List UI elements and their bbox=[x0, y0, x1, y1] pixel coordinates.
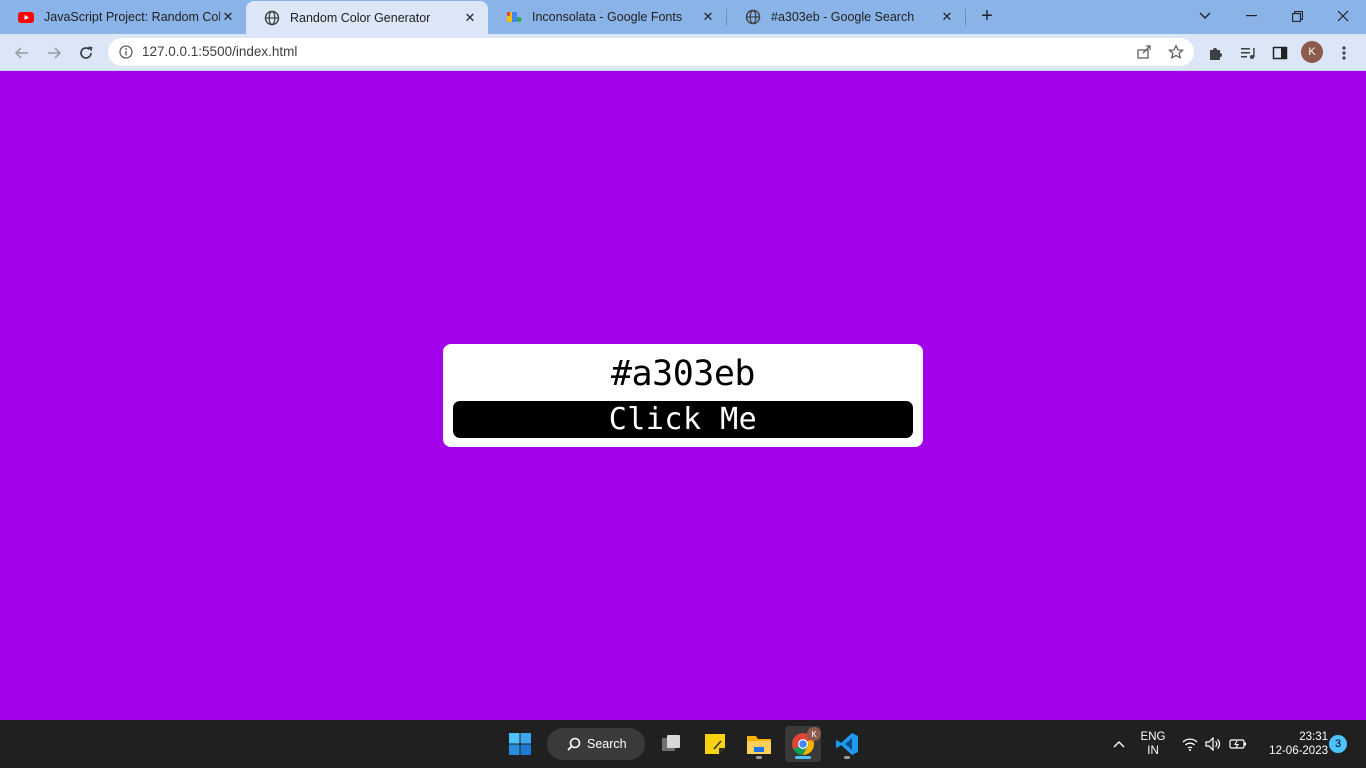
media-controls-button[interactable] bbox=[1235, 40, 1261, 66]
click-me-button[interactable]: Click Me bbox=[453, 401, 913, 438]
minimize-icon bbox=[1245, 15, 1257, 17]
color-code-text: #a303eb bbox=[610, 354, 756, 394]
show-hidden-icons-button[interactable] bbox=[1110, 736, 1128, 752]
tab-google-search[interactable]: #a303eb - Google Search ✕ bbox=[727, 0, 965, 34]
chevron-up-icon bbox=[1113, 741, 1125, 748]
puzzle-icon bbox=[1210, 48, 1222, 60]
close-icon[interactable]: ✕ bbox=[462, 10, 478, 26]
color-card: #a303eb Click Me bbox=[443, 344, 923, 447]
vscode-app[interactable] bbox=[829, 726, 865, 762]
tab-separator bbox=[965, 9, 966, 26]
profile-avatar[interactable]: K bbox=[1301, 41, 1323, 63]
running-indicator bbox=[756, 756, 762, 759]
volume-icon[interactable] bbox=[1204, 736, 1222, 752]
arrow-left-icon bbox=[14, 47, 28, 59]
tab-title: #a303eb - Google Search bbox=[771, 10, 915, 24]
running-indicator bbox=[844, 756, 850, 759]
language-indicator[interactable]: ENG IN bbox=[1138, 730, 1168, 758]
tab-google-fonts[interactable]: Inconsolata - Google Fonts ✕ bbox=[488, 0, 726, 34]
reload-icon bbox=[80, 46, 93, 59]
minimize-button[interactable] bbox=[1228, 0, 1274, 32]
extensions-button[interactable] bbox=[1203, 40, 1229, 66]
close-icon[interactable]: ✕ bbox=[220, 9, 236, 25]
chrome-profile-badge: K bbox=[807, 727, 821, 741]
side-panel-icon bbox=[1272, 46, 1288, 60]
task-view-icon bbox=[662, 735, 680, 751]
taskbar-search[interactable]: Search bbox=[547, 728, 645, 760]
share-icon[interactable] bbox=[1135, 43, 1153, 61]
search-icon bbox=[567, 737, 581, 751]
address-bar[interactable]: 127.0.0.1:5500/index.html bbox=[108, 38, 1194, 66]
restore-button[interactable] bbox=[1274, 0, 1320, 32]
close-window-button[interactable] bbox=[1320, 0, 1366, 32]
running-indicator bbox=[795, 756, 811, 759]
more-vertical-icon bbox=[1342, 46, 1346, 60]
vscode-icon bbox=[836, 733, 858, 755]
tab-title: Random Color Generator bbox=[290, 10, 431, 25]
globe-icon bbox=[745, 9, 761, 25]
clock-time: 23:31 bbox=[1299, 731, 1328, 743]
chrome-app[interactable]: K bbox=[785, 726, 821, 762]
globe-icon bbox=[264, 10, 280, 25]
back-button[interactable] bbox=[9, 40, 35, 66]
google-fonts-icon bbox=[507, 12, 522, 22]
windows-logo-icon bbox=[509, 733, 531, 755]
sticky-notes-icon bbox=[705, 734, 725, 754]
url-text[interactable]: 127.0.0.1:5500/index.html bbox=[142, 44, 297, 59]
info-icon[interactable] bbox=[117, 43, 135, 61]
clock-date: 12-06-2023 bbox=[1269, 745, 1328, 757]
bookmark-star-icon[interactable] bbox=[1167, 43, 1185, 61]
taskbar: Search K ENG IN 23:31 12-06-2023 3 bbox=[0, 720, 1366, 768]
tab-search-button[interactable] bbox=[1182, 0, 1228, 32]
close-icon[interactable]: ✕ bbox=[700, 9, 716, 25]
tab-title: JavaScript Project: Random Colo bbox=[44, 10, 220, 24]
side-panel-button[interactable] bbox=[1267, 40, 1293, 66]
wifi-icon[interactable] bbox=[1181, 736, 1199, 752]
start-button[interactable] bbox=[502, 726, 538, 762]
clock[interactable]: 23:31 12-06-2023 bbox=[1256, 730, 1328, 758]
task-view-button[interactable] bbox=[653, 726, 689, 762]
tab-strip: JavaScript Project: Random Colo ✕ Random… bbox=[0, 0, 1366, 34]
language-code: ENG bbox=[1140, 731, 1166, 743]
new-tab-button[interactable]: + bbox=[977, 6, 997, 27]
search-label: Search bbox=[587, 737, 627, 751]
battery-icon[interactable] bbox=[1229, 736, 1247, 752]
tab-title: Inconsolata - Google Fonts bbox=[532, 10, 683, 24]
browser-toolbar: 127.0.0.1:5500/index.html K bbox=[0, 34, 1366, 71]
sticky-notes-app[interactable] bbox=[697, 726, 733, 762]
tab-youtube[interactable]: JavaScript Project: Random Colo ✕ bbox=[0, 0, 246, 34]
restore-icon bbox=[1291, 10, 1303, 22]
language-region: IN bbox=[1147, 745, 1159, 757]
file-explorer-app[interactable] bbox=[741, 726, 777, 762]
folder-icon bbox=[747, 736, 771, 754]
menu-button[interactable] bbox=[1331, 40, 1357, 66]
notification-badge[interactable]: 3 bbox=[1329, 735, 1347, 753]
youtube-icon bbox=[18, 12, 34, 23]
close-icon[interactable]: ✕ bbox=[939, 9, 955, 25]
forward-button[interactable] bbox=[41, 40, 67, 66]
close-icon bbox=[1337, 10, 1349, 22]
arrow-right-icon bbox=[48, 47, 62, 59]
tab-random-color-generator[interactable]: Random Color Generator ✕ bbox=[246, 1, 488, 34]
chevron-down-icon bbox=[1199, 12, 1211, 19]
playlist-icon bbox=[1241, 48, 1255, 59]
reload-button[interactable] bbox=[73, 40, 99, 66]
